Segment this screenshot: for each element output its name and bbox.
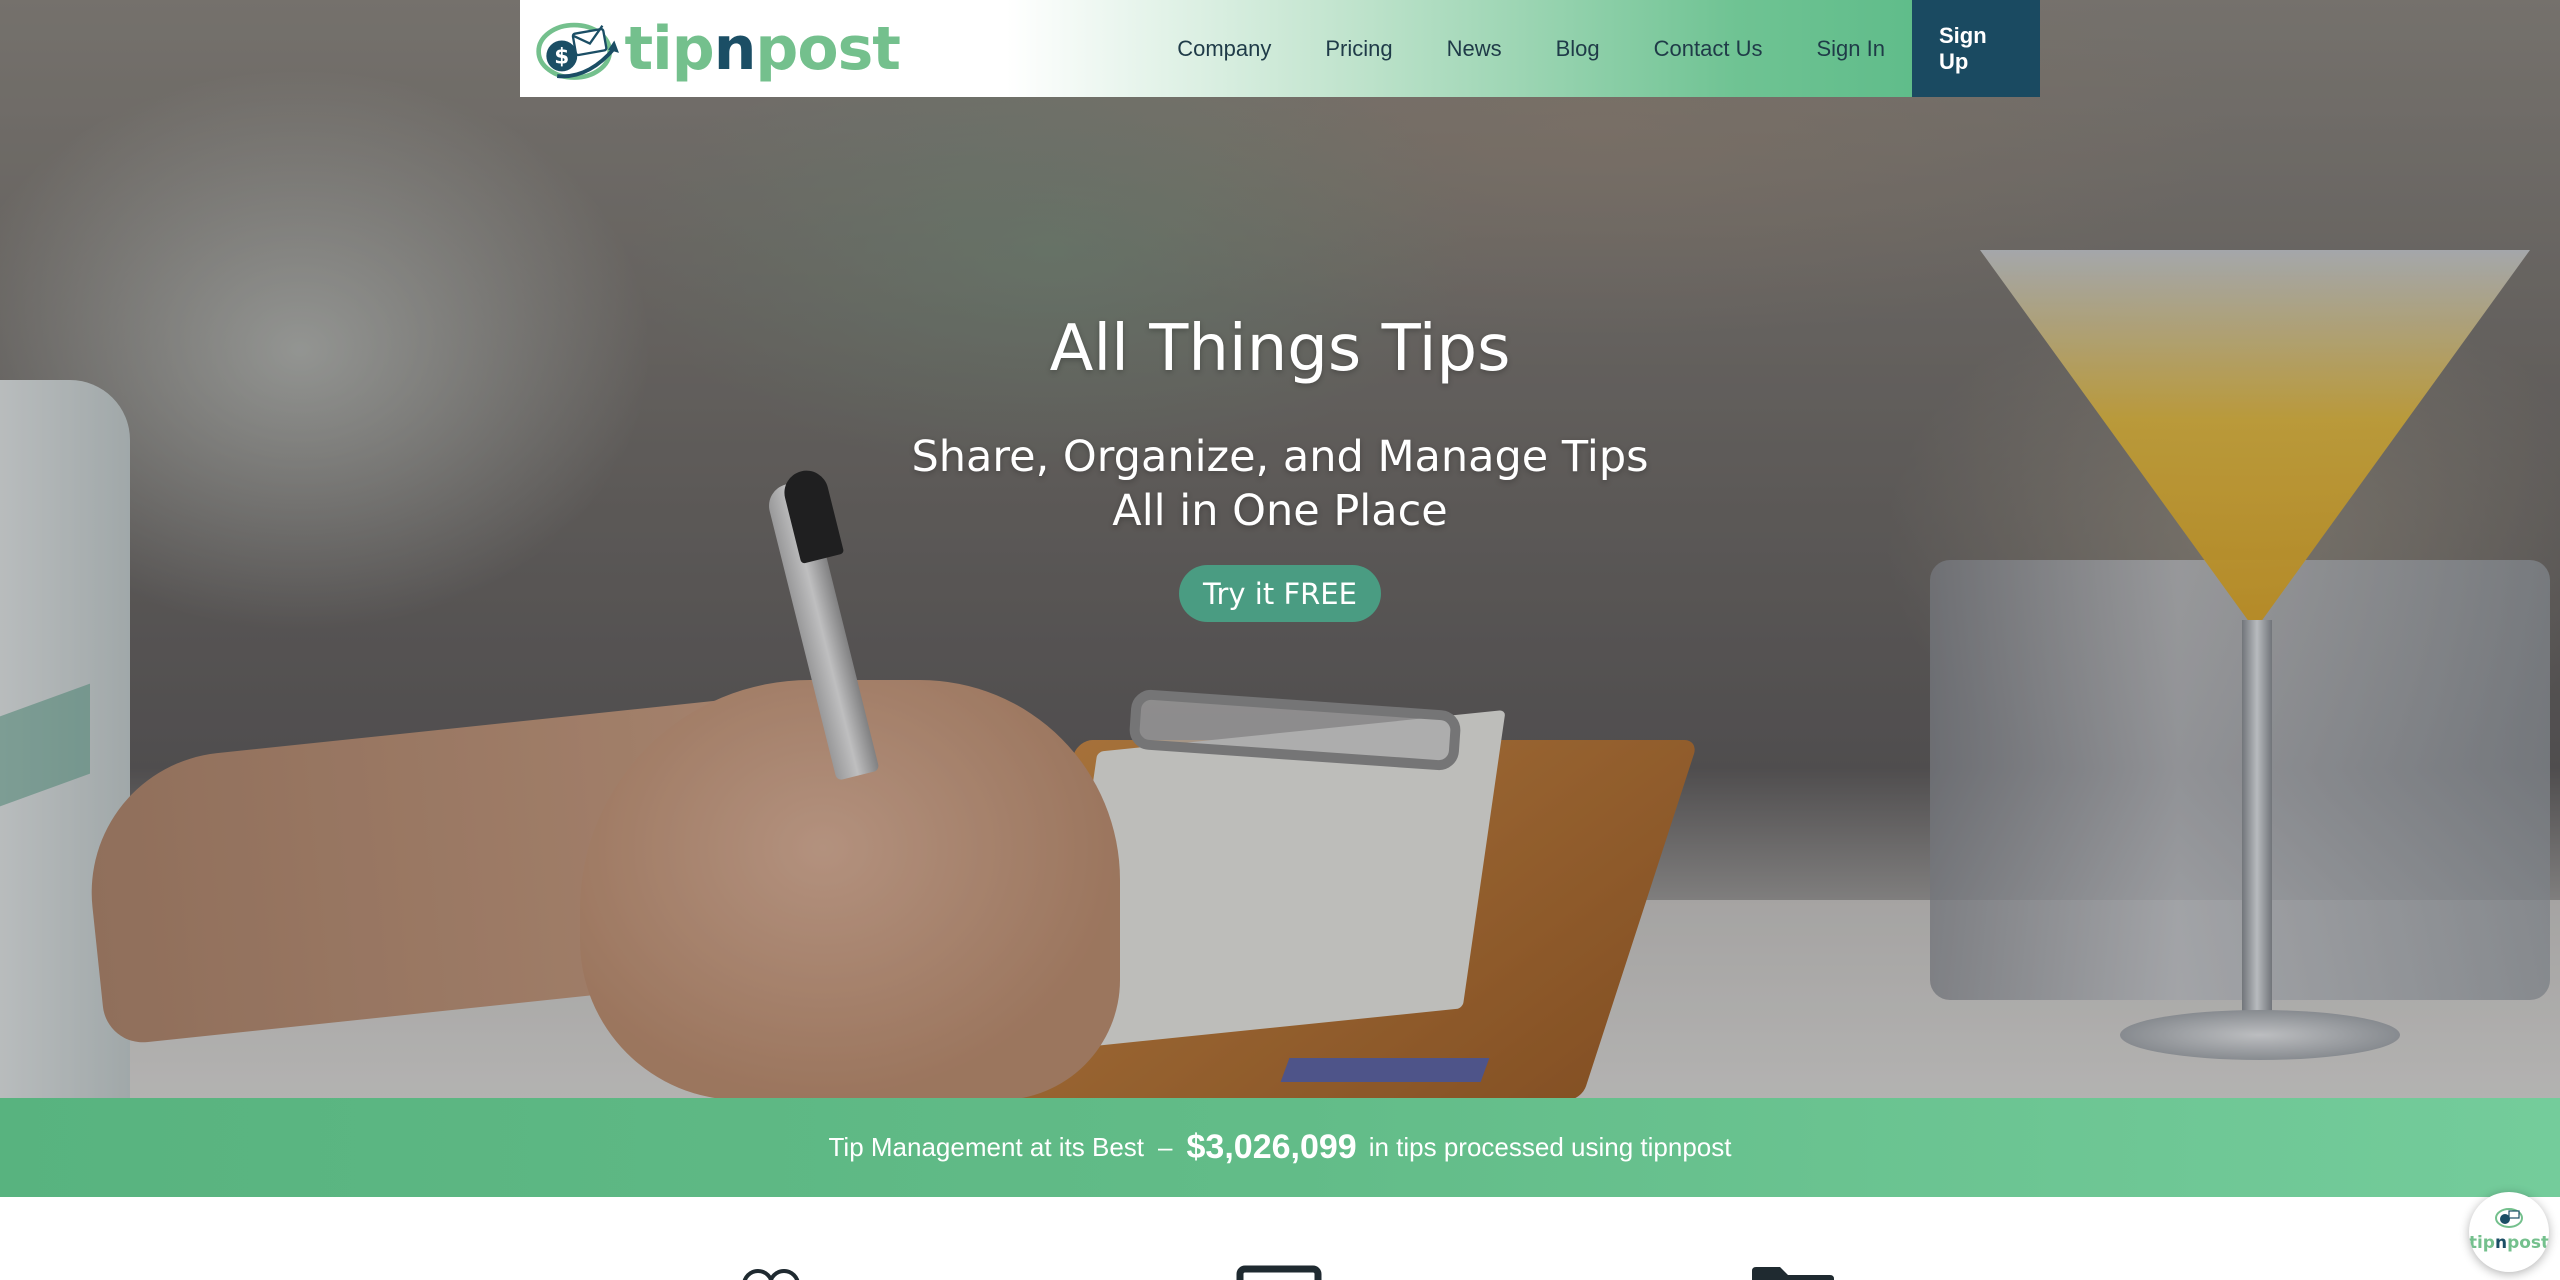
stats-dash: – xyxy=(1158,1132,1173,1162)
stats-lead-text: Tip Management at its Best xyxy=(828,1132,1145,1162)
hero-subtitle-line1: Share, Organize, and Manage Tips xyxy=(911,432,1649,482)
stats-amount: $3,026,099 xyxy=(1186,1128,1357,1166)
nav-contact-us[interactable]: Contact Us xyxy=(1627,0,1790,97)
tipnpost-logo[interactable]: $ tipnpost xyxy=(534,8,901,90)
chat-widget-button[interactable]: tipnpost xyxy=(2469,1192,2549,1272)
svg-text:$: $ xyxy=(554,45,569,70)
nav-company[interactable]: Company xyxy=(1150,0,1298,97)
tips-stats-bar: Tip Management at its Best – $3,026,099 … xyxy=(0,1098,2560,1197)
hero-subtitle: Share, Organize, and Manage Tips All in … xyxy=(0,430,2560,538)
people-icon xyxy=(742,1269,800,1280)
nav-links: Company Pricing News Blog Contact Us Sig… xyxy=(1150,0,2040,97)
logo-wordmark: tipnpost xyxy=(624,14,901,84)
monitor-icon xyxy=(1236,1265,1322,1280)
hero-subtitle-line2: All in One Place xyxy=(1112,486,1448,536)
nav-blog[interactable]: Blog xyxy=(1529,0,1627,97)
hero-overlay xyxy=(0,0,2560,1098)
hero-title: All Things Tips xyxy=(1049,312,1511,386)
features-section xyxy=(0,1197,2560,1280)
stats-tail-text: in tips processed using tipnpost xyxy=(1368,1132,1732,1162)
folder-icon xyxy=(1752,1267,1834,1280)
hero-background xyxy=(0,0,2560,1098)
try-free-button[interactable]: Try it FREE xyxy=(1179,565,1381,622)
tipnpost-chat-icon xyxy=(2495,1208,2523,1228)
nav-pricing[interactable]: Pricing xyxy=(1298,0,1419,97)
logo-mark-icon: $ xyxy=(536,22,619,80)
top-navbar: $ tipnpost Company Pricing News Blog Con… xyxy=(520,0,2040,97)
sign-up-button[interactable]: Sign Up xyxy=(1912,0,2040,97)
chat-widget-wordmark: tipnpost xyxy=(2469,1233,2549,1253)
nav-sign-in[interactable]: Sign In xyxy=(1790,0,1913,97)
nav-news[interactable]: News xyxy=(1420,0,1529,97)
